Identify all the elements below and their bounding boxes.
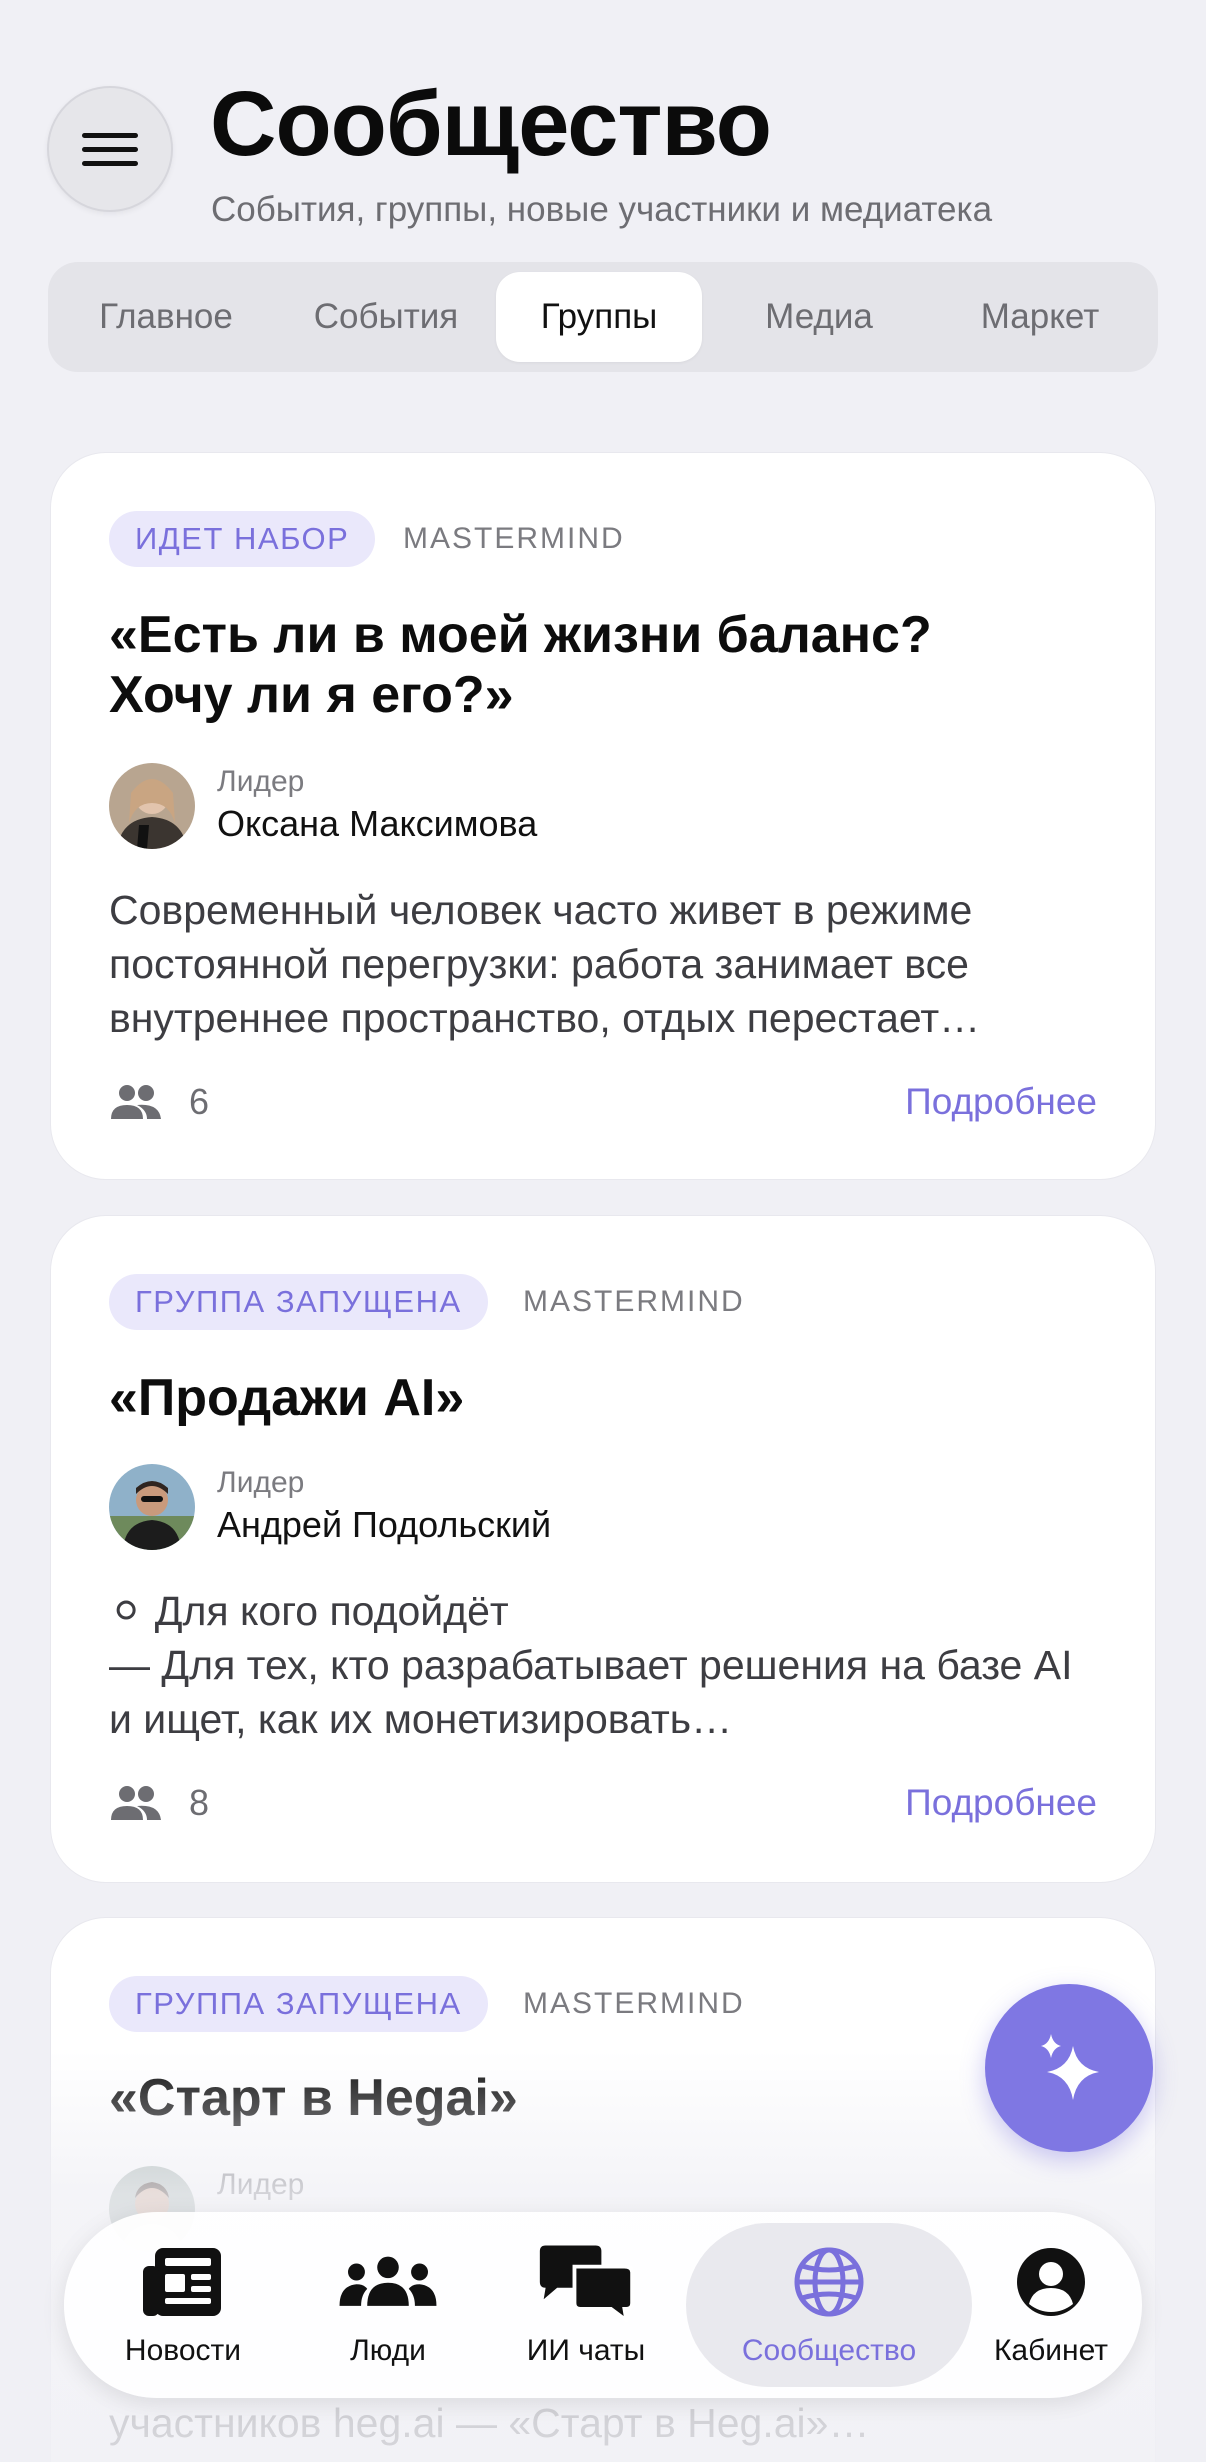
avatar <box>109 763 195 849</box>
group-title: «Есть ли в моей жизни баланс? Хочу ли я … <box>109 606 932 724</box>
leader-name: Андрей Подольский <box>217 1504 552 1545</box>
tab-groups[interactable]: Группы <box>496 272 702 362</box>
avatar <box>109 1464 195 1550</box>
members-icon <box>111 1786 161 1820</box>
page-title: Сообщество <box>210 73 772 175</box>
profile-icon <box>1001 2242 1101 2322</box>
tab-events[interactable]: События <box>276 272 496 362</box>
chat-bubbles-icon <box>536 2242 636 2322</box>
group-description: Современный человек часто живет в режиме… <box>109 887 981 1041</box>
tab-media[interactable]: Медиа <box>702 272 936 362</box>
nav-label: Люди <box>350 2334 426 2367</box>
leader-label: Лидер <box>217 2168 305 2201</box>
nav-news[interactable]: Новости <box>76 2223 290 2387</box>
members-count: 6 <box>189 1081 210 1122</box>
details-link[interactable]: Подробнее <box>905 1081 1097 1123</box>
group-type: MASTERMIND <box>523 1285 745 1318</box>
tab-main[interactable]: Главное <box>56 272 276 362</box>
hamburger-icon <box>82 132 138 166</box>
group-description: ⚪ Для кого подойдёт — Для тех, кто разра… <box>109 1588 1073 1742</box>
nav-label: ИИ чаты <box>526 2334 646 2367</box>
bottom-navigation: Новости Люди ИИ чаты Сообщество Кабинет <box>64 2212 1142 2398</box>
group-title: «Старт в Hegai» <box>109 2069 518 2127</box>
community-screen: Сообщество События, группы, новые участн… <box>0 0 1206 2462</box>
nav-ai-chats[interactable]: ИИ чаты <box>486 2223 686 2387</box>
members-icon <box>111 1085 161 1119</box>
nav-community[interactable]: Сообщество <box>686 2223 972 2387</box>
people-icon <box>338 2242 438 2322</box>
nav-profile[interactable]: Кабинет <box>972 2223 1130 2387</box>
sparkles-icon <box>1041 2034 1099 2100</box>
group-title: «Продажи AI» <box>109 1369 465 1427</box>
section-tabs: Главное События Группы Медиа Маркет <box>48 262 1158 372</box>
leader-name: Оксана Максимова <box>217 803 538 844</box>
newspaper-icon <box>133 2242 233 2322</box>
menu-button[interactable] <box>47 86 173 212</box>
group-type: MASTERMIND <box>523 1987 745 2020</box>
status-badge: ИДЕТ НАБОР <box>109 511 376 567</box>
globe-icon <box>779 2242 879 2322</box>
status-badge: ГРУППА ЗАПУЩЕНА <box>109 1976 488 2032</box>
members-count: 8 <box>189 1782 210 1823</box>
nav-label: Кабинет <box>993 2334 1109 2367</box>
leader-label: Лидер <box>217 765 305 798</box>
nav-label: Сообщество <box>741 2334 917 2367</box>
group-card[interactable]: ИДЕТ НАБОР MASTERMIND «Есть ли в моей жи… <box>50 452 1156 1180</box>
leader-label: Лидер <box>217 1466 305 1499</box>
page-subtitle: События, группы, новые участники и медиа… <box>211 190 993 229</box>
nav-label: Новости <box>124 2334 242 2367</box>
ai-assistant-button[interactable] <box>985 1984 1153 2152</box>
nav-people[interactable]: Люди <box>290 2223 486 2387</box>
group-description: участников heg.ai — «Старт в Heg.ai»… <box>109 2400 870 2446</box>
status-badge: ГРУППА ЗАПУЩЕНА <box>109 1274 488 1330</box>
group-card[interactable]: ГРУППА ЗАПУЩЕНА MASTERMIND «Продажи AI» … <box>50 1215 1156 1883</box>
details-link[interactable]: Подробнее <box>905 1782 1097 1824</box>
tab-market[interactable]: Маркет <box>936 272 1144 362</box>
group-type: MASTERMIND <box>403 522 625 555</box>
